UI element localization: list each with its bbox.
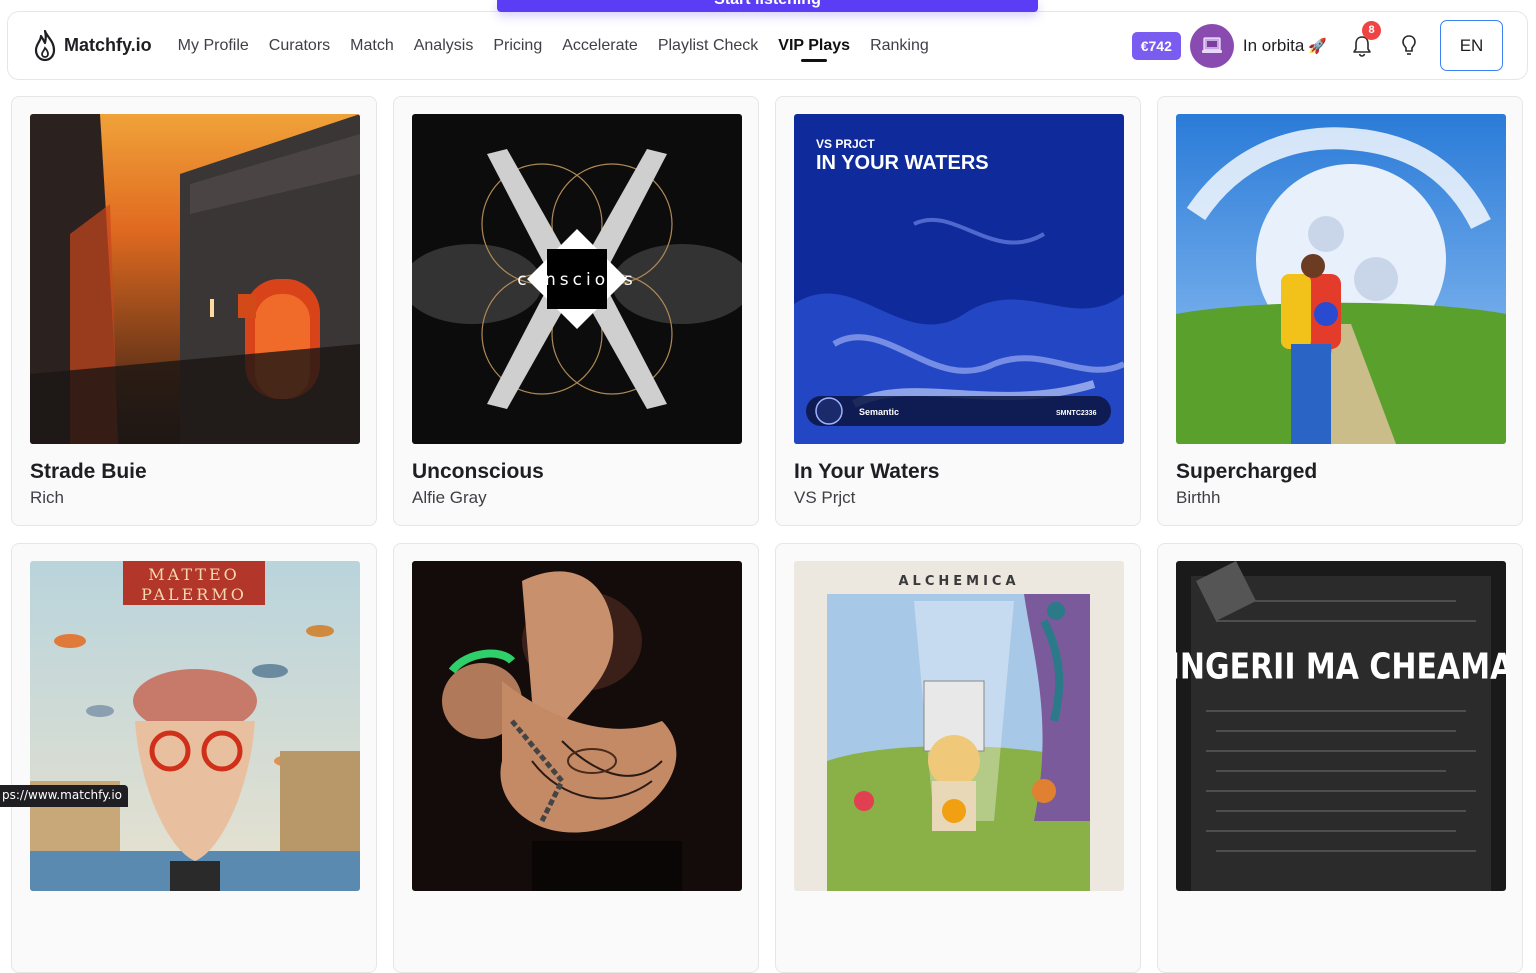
nav-ranking[interactable]: Ranking bbox=[870, 12, 929, 79]
track-title: In Your Waters bbox=[794, 460, 939, 484]
cover-text: PALERMO bbox=[141, 585, 247, 604]
brand-logo[interactable]: Matchfy.io bbox=[32, 29, 152, 63]
cover-text: IN YOUR WATERS bbox=[816, 152, 989, 174]
main-nav: My Profile Curators Match Analysis Prici… bbox=[178, 12, 949, 79]
track-title: Supercharged bbox=[1176, 460, 1317, 484]
balance-badge[interactable]: €742 bbox=[1132, 32, 1181, 60]
nav-curators[interactable]: Curators bbox=[269, 12, 330, 79]
laptop-avatar-icon bbox=[1200, 35, 1224, 57]
track-card[interactable]: VS PRJCT IN YOUR WATERS Semantic SMNTC23… bbox=[775, 96, 1141, 526]
album-cover bbox=[30, 114, 360, 444]
cover-text: VS PRJCT bbox=[816, 137, 875, 151]
track-card[interactable]: Strade Buie Rich bbox=[11, 96, 377, 526]
language-button[interactable]: EN bbox=[1440, 20, 1503, 71]
brand-name: Matchfy.io bbox=[64, 35, 152, 56]
header-actions: €742 In orbita 🚀 8 EN bbox=[1132, 20, 1503, 71]
album-cover: ALCHEMICA bbox=[794, 561, 1124, 891]
lightbulb-icon[interactable] bbox=[1400, 34, 1418, 58]
cover-text: conscious bbox=[517, 270, 636, 290]
cover-text: SMNTC2336 bbox=[1056, 410, 1097, 417]
vip-plays-grid: Strade Buie Rich conscious Uncons bbox=[11, 96, 1524, 973]
track-card[interactable]: Supercharged Birthh bbox=[1157, 96, 1523, 526]
track-artist: Rich bbox=[30, 488, 64, 508]
nav-playlist-check[interactable]: Playlist Check bbox=[658, 12, 758, 79]
start-listening-label: Start listening bbox=[497, 0, 1038, 9]
album-cover: VS PRJCT IN YOUR WATERS Semantic SMNTC23… bbox=[794, 114, 1124, 444]
track-card[interactable]: conscious Unconscious Alfie Gray bbox=[393, 96, 759, 526]
track-artist: VS Prjct bbox=[794, 488, 855, 508]
track-card[interactable] bbox=[393, 543, 759, 973]
link-preview-statusbar: ps://www.matchfy.io bbox=[0, 785, 128, 807]
cover-text: Semantic bbox=[859, 407, 899, 417]
track-artist: Birthh bbox=[1176, 488, 1220, 508]
track-card[interactable]: ALCHEMICA bbox=[775, 543, 1141, 973]
rocket-icon: 🚀 bbox=[1308, 37, 1327, 55]
nav-analysis[interactable]: Analysis bbox=[414, 12, 474, 79]
flame-logo-icon bbox=[32, 29, 58, 63]
notifications-button[interactable]: 8 bbox=[1351, 34, 1373, 58]
album-cover: INGERII MA CHEAMA bbox=[1176, 561, 1506, 891]
nav-accelerate[interactable]: Accelerate bbox=[562, 12, 638, 79]
album-cover bbox=[412, 561, 742, 891]
avatar[interactable] bbox=[1190, 24, 1234, 68]
track-card[interactable]: INGERII MA CHEAMA bbox=[1157, 543, 1523, 973]
status-text[interactable]: In orbita bbox=[1243, 36, 1304, 56]
album-cover: conscious bbox=[412, 114, 742, 444]
track-title: Unconscious bbox=[412, 460, 544, 484]
nav-match[interactable]: Match bbox=[350, 12, 394, 79]
top-navbar: Matchfy.io My Profile Curators Match Ana… bbox=[7, 11, 1528, 80]
track-title: Strade Buie bbox=[30, 460, 147, 484]
cover-text: MATTEO bbox=[148, 565, 240, 584]
track-artist: Alfie Gray bbox=[412, 488, 487, 508]
cover-text: ALCHEMICA bbox=[898, 574, 1019, 589]
nav-vip-plays[interactable]: VIP Plays bbox=[778, 12, 850, 79]
nav-my-profile[interactable]: My Profile bbox=[178, 12, 249, 79]
nav-pricing[interactable]: Pricing bbox=[493, 12, 542, 79]
track-card[interactable]: MATTEO PALERMO bbox=[11, 543, 377, 973]
start-listening-banner[interactable]: Start listening bbox=[497, 0, 1038, 12]
cover-text: INGERII MA CHEAMA bbox=[1176, 645, 1506, 687]
notification-count-badge: 8 bbox=[1362, 21, 1381, 40]
album-cover: MATTEO PALERMO bbox=[30, 561, 360, 891]
album-cover bbox=[1176, 114, 1506, 444]
